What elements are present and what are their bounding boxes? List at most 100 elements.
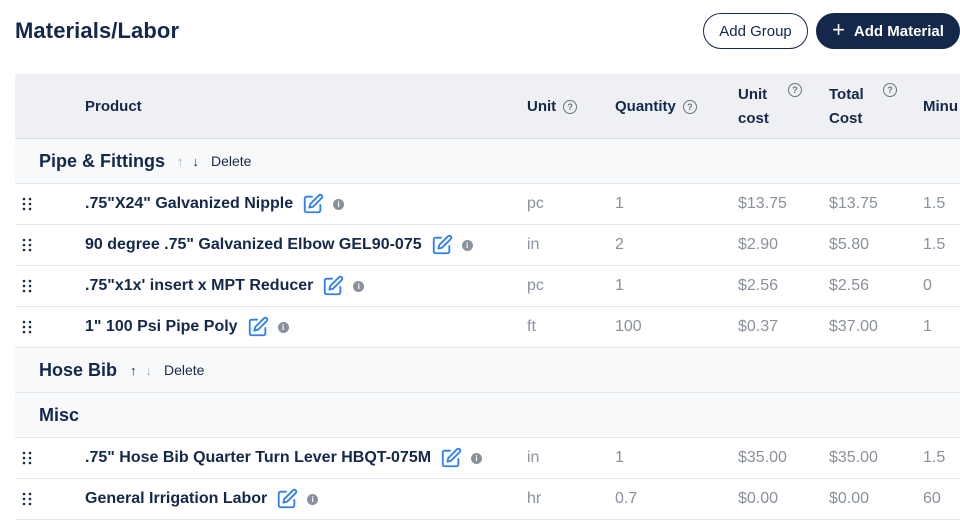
delete-group-button[interactable]: Delete (211, 153, 251, 169)
info-icon[interactable]: i (277, 321, 289, 333)
table-row: General Irrigation Labor i hr 0.7 $0.00 … (15, 479, 960, 520)
page-title: Materials/Labor (15, 18, 180, 43)
help-circle-icon[interactable]: ? (563, 99, 578, 114)
column-header-unit-cost[interactable]: Unit cost ? (738, 74, 808, 139)
column-header-product[interactable]: Product (85, 74, 142, 139)
column-header-minutes[interactable]: Minu (923, 74, 960, 139)
table-row: .75"X24" Galvanized Nipple i pc 1 $13.75… (15, 184, 960, 225)
column-header-total-cost-line1: Total (829, 85, 864, 103)
column-header-total-cost[interactable]: Total Cost ? (829, 74, 909, 139)
drag-handle-icon[interactable] (22, 225, 32, 265)
product-name: .75"x1x' insert x MPT Reducer (85, 277, 314, 294)
minutes-cell[interactable]: 1.5 (923, 438, 945, 478)
column-header-unit-cost-line2: cost (738, 109, 769, 127)
edit-icon[interactable] (440, 447, 462, 469)
help-circle-icon[interactable]: ? (788, 83, 802, 97)
total-cost-cell: $0.00 (829, 490, 870, 507)
minutes-cell[interactable]: 0 (923, 266, 932, 306)
info-icon[interactable]: i (461, 239, 473, 251)
help-circle-icon[interactable]: ? (883, 83, 897, 97)
minutes-cell[interactable]: 1.5 (923, 184, 945, 224)
minutes-cell[interactable]: 1.5 (923, 225, 945, 265)
quantity-cell[interactable]: 1 (615, 184, 624, 224)
column-header-unit[interactable]: Unit ? (527, 74, 578, 139)
edit-icon[interactable] (431, 234, 453, 256)
group-controls: ↑ ↓ Delete (130, 362, 204, 378)
delete-group-button[interactable]: Delete (164, 362, 204, 378)
product-name: .75"X24" Galvanized Nipple (85, 195, 294, 212)
table-row: .75" Hose Bib Quarter Turn Lever HBQT-07… (15, 438, 960, 479)
unit-cell: in (527, 236, 540, 253)
column-header-quantity[interactable]: Quantity ? (615, 74, 697, 139)
column-header-unit-label: Unit (527, 97, 557, 115)
arrow-up-icon[interactable]: ↑ (177, 154, 184, 169)
arrow-down-icon[interactable]: ↓ (146, 363, 153, 378)
column-header-product-label: Product (85, 97, 142, 115)
product-name: .75" Hose Bib Quarter Turn Lever HBQT-07… (85, 449, 432, 466)
table-header: Product Unit ? Quantity ? Unit cost ? To… (15, 74, 960, 139)
product-name: 90 degree .75" Galvanized Elbow GEL90-07… (85, 236, 422, 253)
info-icon[interactable]: i (471, 452, 483, 464)
total-cost-cell: $13.75 (829, 195, 878, 212)
quantity-cell[interactable]: 100 (615, 307, 642, 347)
edit-icon[interactable] (247, 316, 269, 338)
edit-icon[interactable] (322, 275, 344, 297)
drag-handle-icon[interactable] (22, 438, 32, 478)
product-name: 1" 100 Psi Pipe Poly (85, 318, 238, 335)
column-header-total-cost-line2: Cost (829, 109, 863, 127)
arrow-down-icon[interactable]: ↓ (193, 154, 200, 169)
quantity-cell[interactable]: 2 (615, 225, 624, 265)
column-header-quantity-label: Quantity (615, 97, 676, 115)
table-row: 90 degree .75" Galvanized Elbow GEL90-07… (15, 225, 960, 266)
column-header-minutes-label: Minu (923, 98, 958, 115)
product-cell: .75"x1x' insert x MPT Reducer i (85, 266, 365, 306)
quantity-cell[interactable]: 1 (615, 266, 624, 306)
unit-cost-cell[interactable]: $0.00 (738, 479, 778, 519)
unit-cell: in (527, 449, 540, 466)
drag-handle-icon[interactable] (22, 184, 32, 224)
product-name: General Irrigation Labor (85, 490, 268, 507)
unit-cost-cell[interactable]: $2.56 (738, 266, 778, 306)
group-header: Pipe & Fittings ↑ ↓ Delete (15, 139, 960, 184)
total-cost-cell: $2.56 (829, 277, 870, 294)
total-cost-cell: $35.00 (829, 449, 878, 466)
table-row: 1" 100 Psi Pipe Poly i ft 100 $0.37 $37.… (15, 307, 960, 348)
plus-icon: + (832, 17, 845, 42)
materials-table: Product Unit ? Quantity ? Unit cost ? To… (15, 74, 960, 520)
total-cost-cell: $37.00 (829, 318, 878, 335)
drag-handle-icon[interactable] (22, 479, 32, 519)
help-circle-icon[interactable]: ? (682, 99, 697, 114)
unit-cost-cell[interactable]: $2.90 (738, 225, 778, 265)
unit-cost-cell[interactable]: $13.75 (738, 184, 787, 224)
product-cell: 90 degree .75" Galvanized Elbow GEL90-07… (85, 225, 473, 265)
add-group-button[interactable]: Add Group (703, 13, 808, 49)
unit-cell: pc (527, 195, 544, 212)
unit-cell: hr (527, 490, 542, 507)
group-controls: ↑ ↓ Delete (177, 153, 251, 169)
group-name: Hose Bib (39, 360, 118, 380)
minutes-cell[interactable]: 60 (923, 479, 941, 519)
drag-handle-icon[interactable] (22, 307, 32, 347)
quantity-cell[interactable]: 0.7 (615, 479, 637, 519)
edit-icon[interactable] (302, 193, 324, 215)
info-icon[interactable]: i (333, 198, 345, 210)
product-cell: General Irrigation Labor i (85, 479, 319, 519)
info-icon[interactable]: i (307, 493, 319, 505)
info-icon[interactable]: i (353, 280, 365, 292)
edit-icon[interactable] (276, 488, 298, 510)
arrow-up-icon[interactable]: ↑ (130, 363, 137, 378)
quantity-cell[interactable]: 1 (615, 438, 624, 478)
minutes-cell[interactable]: 1 (923, 307, 932, 347)
add-material-button[interactable]: + Add Material (816, 13, 960, 49)
total-cost-cell: $5.80 (829, 236, 870, 253)
drag-handle-icon[interactable] (22, 266, 32, 306)
add-material-label: Add Material (853, 22, 944, 40)
unit-cell: ft (527, 318, 536, 335)
group-name: Misc (39, 405, 80, 425)
group-name: Pipe & Fittings (39, 151, 165, 171)
column-header-unit-cost-line1: Unit (738, 85, 768, 103)
unit-cost-cell[interactable]: $35.00 (738, 438, 787, 478)
unit-cell: pc (527, 277, 544, 294)
unit-cost-cell[interactable]: $0.37 (738, 307, 778, 347)
group-header: Misc (15, 393, 960, 438)
